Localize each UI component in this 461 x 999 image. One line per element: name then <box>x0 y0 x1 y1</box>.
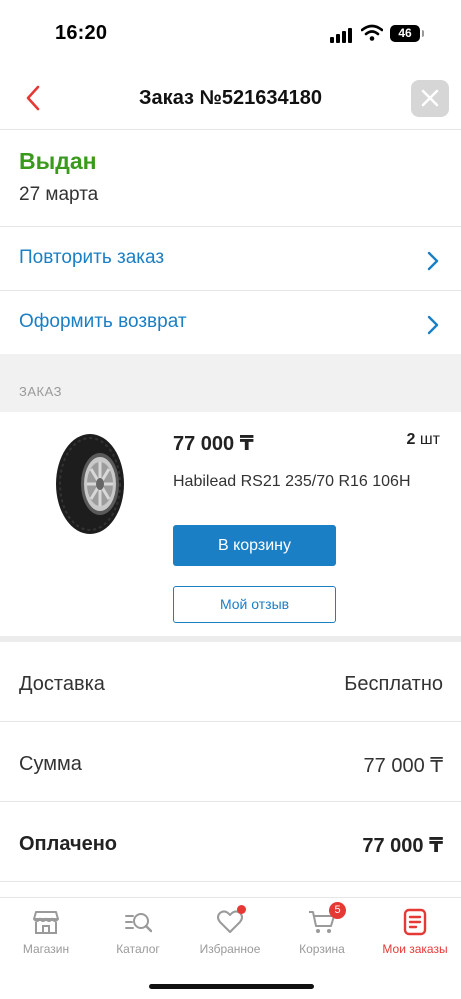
close-icon <box>421 89 439 107</box>
repeat-order-button[interactable]: Повторить заказ <box>0 227 461 291</box>
tab-cart[interactable]: 5 Корзина <box>276 902 368 964</box>
total-row: Сумма 77 000 ₸ <box>0 722 461 802</box>
tab-label: Мои заказы <box>382 942 448 956</box>
catalog-icon <box>125 913 152 933</box>
tab-catalog[interactable]: Каталог <box>92 908 184 964</box>
paid-value: 77 000 ₸ <box>362 835 443 857</box>
add-to-cart-button[interactable]: В корзину <box>173 525 336 566</box>
tab-label: Избранное <box>199 942 261 956</box>
tab-label: Каталог <box>116 942 160 956</box>
product-quantity: 2 шт <box>406 431 440 449</box>
paid-row: Оплачено 77 000 ₸ <box>0 802 461 882</box>
chevron-right-icon <box>427 315 439 335</box>
product-image[interactable] <box>52 432 126 536</box>
tab-shop[interactable]: Магазин <box>0 908 92 964</box>
product-name[interactable]: Habilead RS21 235/70 R16 106H <box>173 472 413 491</box>
page-title: Заказ №521634180 <box>139 87 322 109</box>
quantity-unit: шт <box>419 431 440 448</box>
delivery-row: Доставка Бесплатно <box>0 642 461 722</box>
status-bar: 16:20 46 <box>0 0 461 66</box>
signal-icon <box>330 27 354 43</box>
repeat-order-label: Повторить заказ <box>19 247 165 268</box>
cart-count-badge: 5 <box>329 902 346 919</box>
close-button[interactable] <box>411 80 449 117</box>
return-order-label: Оформить возврат <box>19 311 187 332</box>
section-label: ЗАКАЗ <box>19 384 62 399</box>
total-label: Сумма <box>19 753 82 775</box>
home-indicator <box>149 984 314 989</box>
total-value: 77 000 ₸ <box>363 755 443 777</box>
delivery-value: Бесплатно <box>344 673 443 695</box>
status-time: 16:20 <box>55 22 108 44</box>
quantity-value: 2 <box>406 431 416 448</box>
battery-icon: 46 <box>390 25 424 42</box>
cart-icon-wrap: 5 <box>308 902 346 936</box>
product-price: 77 000 ₸ <box>173 433 254 455</box>
return-order-button[interactable]: Оформить возврат <box>0 291 461 355</box>
order-date: 27 марта <box>19 184 99 205</box>
header: Заказ №521634180 <box>0 66 461 130</box>
orders-icon <box>403 908 427 936</box>
divider <box>0 881 461 882</box>
paid-label: Оплачено <box>19 833 117 855</box>
delivery-label: Доставка <box>19 673 105 695</box>
heart-icon-wrap <box>216 905 246 936</box>
shop-icon <box>33 911 59 934</box>
tab-label: Магазин <box>22 942 70 956</box>
order-section-header: ЗАКАЗ <box>0 354 461 412</box>
tab-my-orders[interactable]: Мои заказы <box>369 908 461 964</box>
tab-label: Корзина <box>299 942 345 956</box>
order-status: Выдан <box>19 148 97 174</box>
my-review-button[interactable]: Мой отзыв <box>173 586 336 623</box>
tab-favorites[interactable]: Избранное <box>184 905 276 964</box>
chevron-right-icon <box>427 251 439 271</box>
notification-dot <box>237 905 246 914</box>
wifi-icon <box>361 24 383 41</box>
